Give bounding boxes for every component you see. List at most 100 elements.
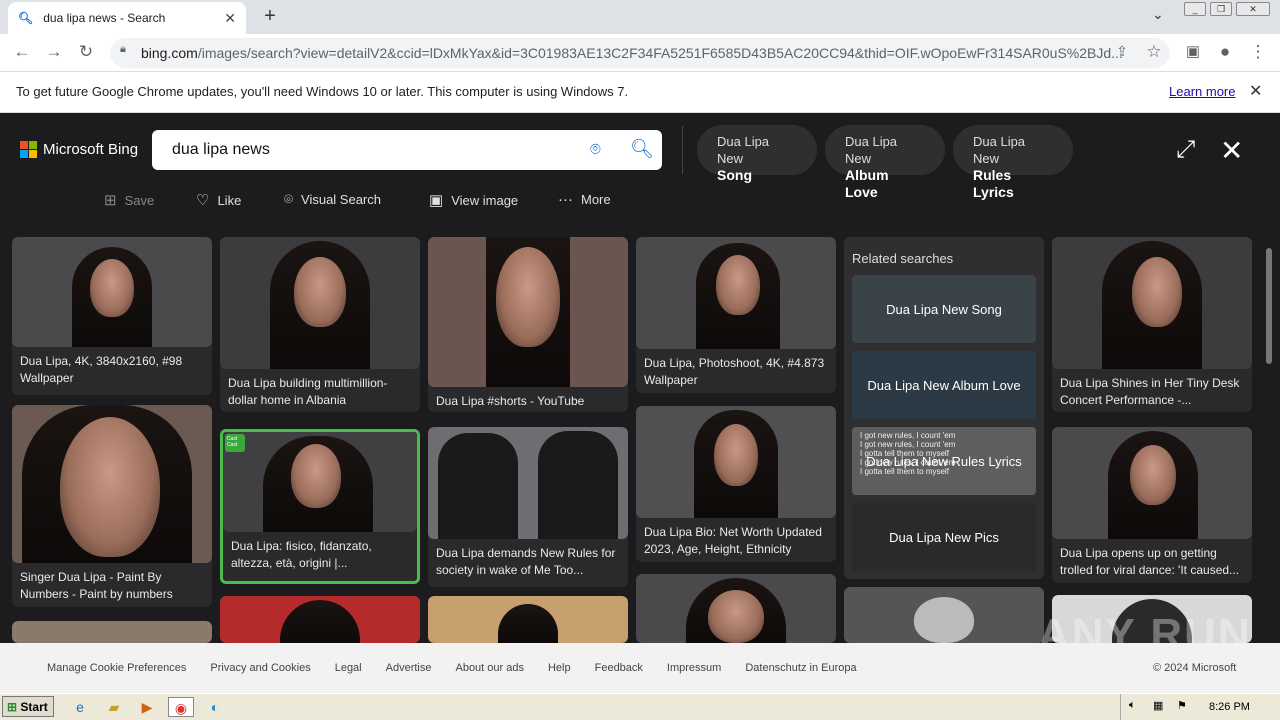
ie-icon[interactable]: e <box>70 697 90 717</box>
result-card[interactable]: Dua Lipa #shorts - YouTube <box>428 237 628 412</box>
view-image-button[interactable]: ▣ View image <box>429 191 518 209</box>
related-tile[interactable]: Dua Lipa New Pics <box>852 503 1036 571</box>
back-icon[interactable]: ← <box>10 42 34 64</box>
lock-icon[interactable]: 🔒︎ <box>120 43 132 55</box>
window-close-button[interactable]: ✕ <box>1236 2 1270 16</box>
footer-link[interactable]: Datenschutz in Europa <box>745 662 856 674</box>
related-tile[interactable]: I got new rules, I count 'em I got new r… <box>852 427 1036 495</box>
result-card[interactable] <box>220 596 420 643</box>
menu-dots-icon[interactable]: ⋮ <box>1246 42 1270 64</box>
more-button[interactable]: ··· More <box>558 191 611 208</box>
result-card[interactable] <box>428 596 628 643</box>
network-icon[interactable]: ▦ <box>1153 699 1163 712</box>
learn-more-link[interactable]: Learn more <box>1169 84 1235 99</box>
result-caption: Dua Lipa opens up on getting trolled for… <box>1060 546 1240 577</box>
tab-search-chevron-icon[interactable]: ⌄ <box>1152 6 1164 23</box>
forward-icon[interactable]: → <box>42 42 66 64</box>
like-label: Like <box>217 192 242 208</box>
footer-link[interactable]: Legal <box>335 662 362 674</box>
result-image <box>223 432 417 532</box>
footer-link[interactable]: About our ads <box>455 662 524 674</box>
related-tile-label: Dua Lipa New Pics <box>889 529 999 545</box>
result-card[interactable]: Dua Lipa, 4K, 3840x2160, #98 Wallpaper <box>12 237 212 395</box>
scrollbar-thumb[interactable] <box>1266 248 1272 364</box>
image-icon: ▣ <box>429 192 444 209</box>
visual-search-icon: ⌾ <box>284 191 294 208</box>
edge-icon[interactable]: ◐ <box>205 697 225 717</box>
related-tile[interactable]: Dua Lipa New Song <box>852 275 1036 343</box>
result-image <box>220 237 420 369</box>
save-button[interactable]: ⊞ Save <box>104 191 154 209</box>
browser-tab[interactable]: 🔍︎ dua lipa news - Search ✕ <box>8 2 246 34</box>
close-view-icon[interactable]: ✕ <box>1220 134 1243 167</box>
result-image <box>428 596 628 643</box>
result-image <box>220 596 420 643</box>
search-input[interactable]: dua lipa news <box>152 130 662 170</box>
footer-link[interactable]: Manage Cookie Preferences <box>47 662 186 674</box>
minimize-button[interactable]: _ <box>1184 2 1206 16</box>
chip-line2: Rules Lyrics <box>973 167 1014 200</box>
url-path: /images/search?view=detailV2&ccid=lDxMkY… <box>197 45 1123 61</box>
related-tile-label: Dua Lipa New Song <box>886 301 1002 317</box>
result-caption: Dua Lipa #shorts - YouTube <box>436 394 585 408</box>
view-image-label: View image <box>451 192 519 208</box>
result-card-selected[interactable]: Cast Cast Dua Lipa: fisico, fidanzato, a… <box>220 429 420 584</box>
bookmark-star-icon[interactable]: ☆ <box>1142 42 1166 64</box>
footer-link[interactable]: Help <box>548 662 571 674</box>
maximize-button[interactable]: ❐ <box>1210 2 1232 16</box>
footer-link[interactable]: Feedback <box>595 662 643 674</box>
visual-search-icon[interactable]: ⌾ <box>590 139 601 160</box>
related-tile-label: Dua Lipa New Rules Lyrics <box>866 453 1022 469</box>
related-chip-rules[interactable]: Dua Lipa New Rules Lyrics <box>953 125 1073 200</box>
result-caption: Dua Lipa: fisico, fidanzato, altezza, et… <box>231 539 372 570</box>
result-card[interactable]: Dua Lipa opens up on getting trolled for… <box>1052 427 1252 583</box>
volume-icon[interactable]: 🔈︎ <box>1129 699 1136 712</box>
page-footer: Manage Cookie Preferences Privacy and Co… <box>0 643 1280 693</box>
selected-badge: Cast Cast <box>225 434 245 452</box>
result-card[interactable]: Dua Lipa demands New Rules for society i… <box>428 427 628 587</box>
infobar-close-icon[interactable]: ✕ <box>1249 81 1262 101</box>
share-icon[interactable]: ⇪ <box>1110 43 1134 65</box>
start-label: Start <box>20 700 48 714</box>
media-player-icon[interactable]: ▶ <box>137 697 157 717</box>
related-chip-song[interactable]: Dua Lipa New Song <box>697 125 817 183</box>
footer-link[interactable]: Advertise <box>386 662 432 674</box>
related-chip-album[interactable]: Dua Lipa New Album Love <box>825 125 945 200</box>
brand-name: Microsoft Bing <box>43 141 139 158</box>
expand-icon[interactable]: ⤢ <box>1176 136 1195 164</box>
profile-avatar-icon[interactable]: ● <box>1213 42 1237 64</box>
footer-link[interactable]: Impressum <box>667 662 721 674</box>
related-tile[interactable]: Dua Lipa New Album Love <box>852 351 1036 419</box>
result-caption: Dua Lipa demands New Rules for society i… <box>436 546 616 577</box>
visual-search-button[interactable]: ⌾ Visual Search <box>284 191 381 208</box>
result-card[interactable] <box>12 621 212 643</box>
start-button[interactable]: ⊞ Start <box>2 696 54 717</box>
side-panel-icon[interactable]: ▣ <box>1181 42 1205 64</box>
result-image <box>1052 427 1252 539</box>
divider <box>682 126 683 174</box>
folder-icon[interactable]: ▰ <box>104 697 124 717</box>
result-card[interactable]: Dua Lipa Shines in Her Tiny Desk Concert… <box>1052 237 1252 412</box>
result-card[interactable]: Dua Lipa Bio: Net Worth Updated 2023, Ag… <box>636 406 836 562</box>
close-tab-icon[interactable]: ✕ <box>224 10 236 27</box>
result-card[interactable] <box>844 587 1044 643</box>
new-tab-button[interactable]: + <box>258 4 282 28</box>
footer-links: Manage Cookie Preferences Privacy and Co… <box>47 662 857 674</box>
result-card[interactable]: Dua Lipa building multimillion-dollar ho… <box>220 237 420 412</box>
address-bar[interactable]: bing.com/images/search?view=detailV2&cci… <box>110 38 1170 68</box>
search-icon[interactable]: 🔍︎ <box>630 137 654 161</box>
result-card[interactable] <box>636 574 836 643</box>
related-tile-label: Dua Lipa New Album Love <box>867 377 1021 393</box>
infobar-message: To get future Google Chrome updates, you… <box>16 84 629 99</box>
related-heading: Related searches <box>852 251 954 266</box>
chrome-icon[interactable]: ◉ <box>168 697 194 717</box>
footer-link[interactable]: Privacy and Cookies <box>210 662 310 674</box>
like-button[interactable]: ♡ Like <box>196 191 241 209</box>
bing-logo[interactable]: Microsoft Bing <box>20 141 138 158</box>
search-icon: 🔍︎ <box>18 11 34 25</box>
result-card[interactable]: Singer Dua Lipa - Paint By Numbers - Pai… <box>12 405 212 607</box>
result-image <box>636 574 836 643</box>
reload-icon[interactable]: ↻ <box>74 42 98 64</box>
flag-icon[interactable]: ⚑ <box>1177 699 1187 712</box>
result-card[interactable]: Dua Lipa, Photoshoot, 4K, #4.873 Wallpap… <box>636 237 836 393</box>
